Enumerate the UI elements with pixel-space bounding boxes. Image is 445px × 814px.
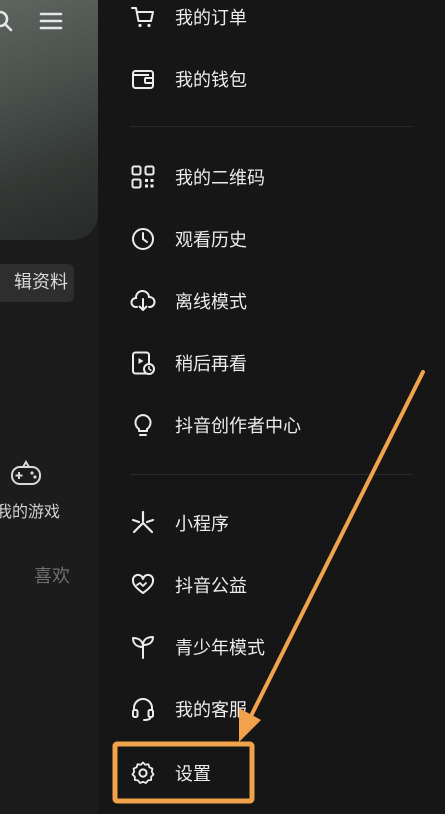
menu-item-label: 观看历史 (175, 230, 247, 251)
menu-item-label: 稍后再看 (175, 354, 247, 375)
gamepad-icon[interactable] (10, 460, 42, 488)
cloud-download-icon (130, 288, 156, 314)
menu-item-label: 青少年模式 (175, 638, 265, 659)
profile-background: 辑资料 我的游戏 喜欢 (0, 0, 98, 814)
my-games-label[interactable]: 我的游戏 (0, 498, 60, 522)
sprout-icon (130, 634, 156, 660)
edit-profile-button[interactable]: 辑资料 (0, 264, 74, 302)
menu-item-label: 小程序 (175, 514, 229, 535)
menu-item-customer-service[interactable]: 我的客服 (98, 684, 445, 734)
menu-item-qr-code[interactable]: 我的二维码 (98, 152, 445, 202)
menu-divider (130, 126, 413, 127)
menu-item-label: 我的二维码 (175, 168, 265, 189)
lightbulb-icon (130, 412, 156, 438)
menu-item-teen-mode[interactable]: 青少年模式 (98, 622, 445, 672)
profile-cover-image (0, 0, 98, 240)
menu-item-mini-programs[interactable]: 小程序 (98, 498, 445, 548)
cart-icon (130, 4, 156, 30)
menu-icon[interactable] (38, 8, 64, 34)
menu-item-watch-history[interactable]: 观看历史 (98, 214, 445, 264)
menu-item-label: 设置 (175, 764, 211, 785)
watch-later-icon (130, 350, 156, 376)
menu-item-offline-mode[interactable]: 离线模式 (98, 276, 445, 326)
menu-item-creator-center[interactable]: 抖音创作者中心 (98, 400, 445, 450)
menu-item-wallet[interactable]: 我的钱包 (98, 54, 445, 104)
wallet-icon (130, 66, 156, 92)
menu-item-charity[interactable]: 抖音公益 (98, 560, 445, 610)
mini-program-icon (130, 510, 156, 536)
search-icon[interactable] (0, 8, 16, 34)
menu-item-watch-later[interactable]: 稍后再看 (98, 338, 445, 388)
side-drawer-menu: 我的订单 我的钱包 我的二维码 观看历史 离线模式 稍后再看 抖音创作者中心 小… (98, 0, 445, 814)
menu-item-label: 我的客服 (175, 700, 247, 721)
heart-hands-icon (130, 572, 156, 598)
headset-icon (130, 696, 156, 722)
menu-divider (130, 474, 413, 475)
menu-item-orders[interactable]: 我的订单 (98, 0, 445, 42)
menu-item-label: 我的钱包 (175, 70, 247, 91)
menu-item-settings[interactable]: 设置 (98, 748, 445, 798)
qr-code-icon (130, 164, 156, 190)
menu-item-label: 离线模式 (175, 292, 247, 313)
menu-item-label: 抖音创作者中心 (175, 416, 301, 437)
gear-icon (130, 760, 156, 786)
likes-tab[interactable]: 喜欢 (34, 562, 70, 588)
menu-item-label: 抖音公益 (175, 576, 247, 597)
menu-item-label: 我的订单 (175, 8, 247, 29)
clock-icon (130, 226, 156, 252)
